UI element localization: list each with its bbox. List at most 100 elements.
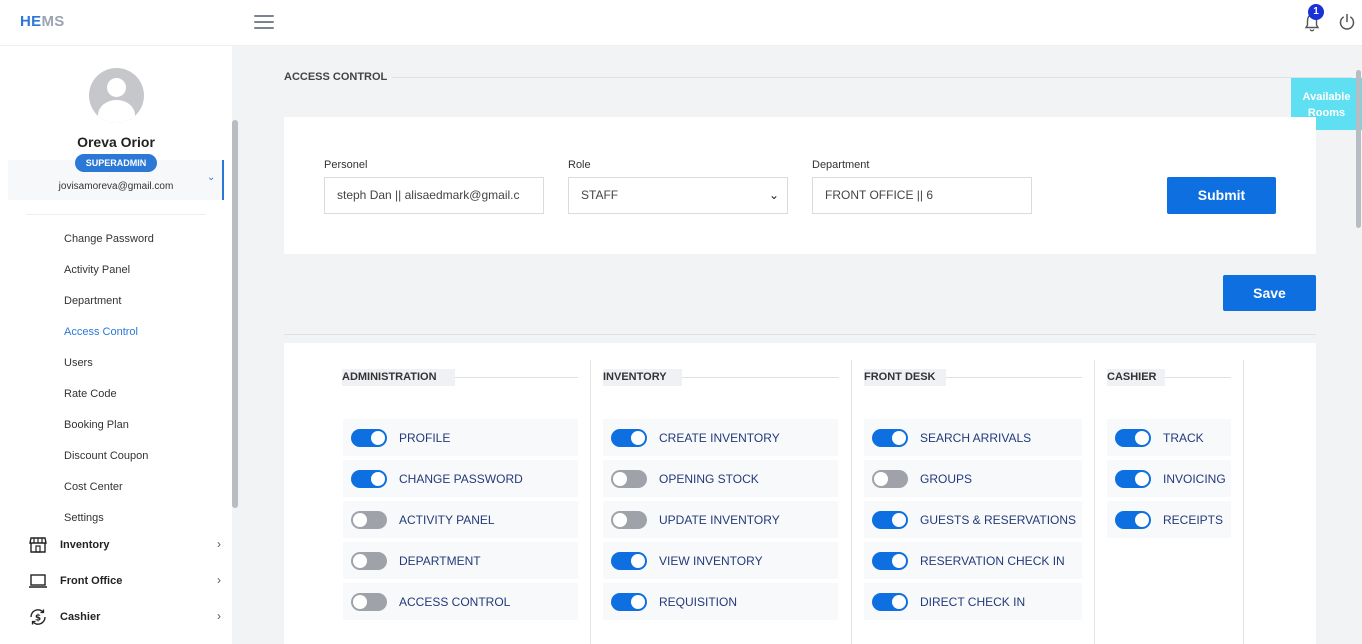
- sidebar-item-front-office[interactable]: Front Office ›: [28, 571, 223, 591]
- divider: [392, 77, 1352, 78]
- sidebar-item-rate-code[interactable]: Rate Code: [64, 388, 117, 400]
- permission-toggle[interactable]: [611, 593, 647, 611]
- role-selected-value: STAFF: [581, 188, 619, 202]
- permission-row: ACTIVITY PANEL: [343, 501, 578, 538]
- sidebar-item-activity-panel[interactable]: Activity Panel: [64, 264, 130, 276]
- avatar: [89, 68, 144, 123]
- permission-toggle[interactable]: [611, 470, 647, 488]
- sidebar: Oreva Orior SUPERADMIN jovisamoreva@gmai…: [0, 46, 232, 644]
- permission-label: RESERVATION CHECK IN: [920, 554, 1065, 568]
- main-scrollbar[interactable]: [1356, 70, 1361, 228]
- permission-toggle[interactable]: [351, 470, 387, 488]
- permission-row: RECEIPTS: [1107, 501, 1231, 538]
- permission-row: GUESTS & RESERVATIONS: [864, 501, 1082, 538]
- sidebar-item-cashier[interactable]: $ Cashier ›: [28, 607, 223, 627]
- power-icon[interactable]: [1338, 13, 1356, 31]
- sidebar-item-label: Inventory: [60, 539, 110, 551]
- divider: [1165, 377, 1231, 378]
- personel-input[interactable]: steph Dan || alisaedmark@gmail.c: [324, 177, 544, 214]
- sidebar-item-label: Front Office: [60, 575, 123, 587]
- permission-row: CHANGE PASSWORD: [343, 460, 578, 497]
- divider: [26, 214, 206, 215]
- permission-toggle[interactable]: [1115, 429, 1151, 447]
- column-divider: [1243, 360, 1244, 644]
- permission-row: OPENING STOCK: [603, 460, 838, 497]
- permission-label: GUESTS & RESERVATIONS: [920, 513, 1077, 527]
- chevron-down-icon[interactable]: ⌄: [207, 172, 215, 183]
- chevron-right-icon: ›: [217, 537, 221, 551]
- permission-toggle[interactable]: [611, 552, 647, 570]
- section-title-inventory: INVENTORY: [603, 369, 682, 386]
- chevron-right-icon: ›: [217, 573, 221, 587]
- role-label: Role: [568, 159, 591, 171]
- sidebar-item-discount-coupon[interactable]: Discount Coupon: [64, 450, 148, 462]
- sidebar-item-settings[interactable]: Settings: [64, 512, 104, 524]
- permission-label: CREATE INVENTORY: [659, 431, 780, 445]
- permission-label: INVOICING: [1163, 472, 1226, 486]
- sidebar-scrollbar[interactable]: [232, 120, 238, 508]
- permission-toggle[interactable]: [872, 429, 908, 447]
- divider: [946, 377, 1082, 378]
- permission-label: VIEW INVENTORY: [659, 554, 763, 568]
- permission-row: TRACK: [1107, 419, 1231, 456]
- permission-row: PROFILE: [343, 419, 578, 456]
- store-icon: [29, 537, 47, 553]
- divider: [284, 334, 1316, 335]
- user-name: Oreva Orior: [77, 134, 155, 150]
- permission-row: ACCESS CONTROL: [343, 583, 578, 620]
- permission-toggle[interactable]: [351, 593, 387, 611]
- chevron-right-icon: ›: [217, 609, 221, 623]
- role-select[interactable]: STAFF ⌄: [568, 177, 788, 214]
- sidebar-item-cost-center[interactable]: Cost Center: [64, 481, 123, 493]
- permission-toggle[interactable]: [351, 511, 387, 529]
- permission-toggle[interactable]: [611, 511, 647, 529]
- permission-label: DIRECT CHECK IN: [920, 595, 1026, 609]
- permission-toggle[interactable]: [1115, 511, 1151, 529]
- permission-label: CHANGE PASSWORD: [399, 472, 523, 486]
- column-divider: [1094, 360, 1095, 644]
- sidebar-item-department[interactable]: Department: [64, 295, 121, 307]
- permission-row: INVOICING: [1107, 460, 1231, 497]
- permission-row: GROUPS: [864, 460, 1082, 497]
- department-input[interactable]: FRONT OFFICE || 6: [812, 177, 1032, 214]
- permission-toggle[interactable]: [872, 593, 908, 611]
- sidebar-item-label: Cashier: [60, 611, 101, 623]
- sidebar-item-booking-plan[interactable]: Booking Plan: [64, 419, 129, 431]
- permission-row: DEPARTMENT: [343, 542, 578, 579]
- permission-label: GROUPS: [920, 472, 973, 486]
- save-button[interactable]: Save: [1223, 275, 1316, 311]
- permission-toggle[interactable]: [872, 511, 908, 529]
- permission-toggle[interactable]: [611, 429, 647, 447]
- permission-toggle[interactable]: [1115, 470, 1151, 488]
- column-divider: [590, 360, 591, 644]
- permission-row: SEARCH ARRIVALS: [864, 419, 1082, 456]
- submit-button[interactable]: Submit: [1167, 177, 1276, 214]
- permission-label: TRACK: [1163, 431, 1204, 445]
- permission-toggle[interactable]: [872, 470, 908, 488]
- permission-label: DEPARTMENT: [399, 554, 481, 568]
- permission-label: ACCESS CONTROL: [399, 595, 511, 609]
- laptop-icon: [29, 574, 47, 588]
- sidebar-item-change-password[interactable]: Change Password: [64, 233, 154, 245]
- permission-toggle[interactable]: [351, 552, 387, 570]
- permission-toggle[interactable]: [872, 552, 908, 570]
- permission-row: DIRECT CHECK IN: [864, 583, 1082, 620]
- divider: [455, 377, 578, 378]
- permission-label: SEARCH ARRIVALS: [920, 431, 1032, 445]
- permission-label: REQUISITION: [659, 595, 738, 609]
- menu-toggle-icon[interactable]: [254, 15, 274, 29]
- permission-label: RECEIPTS: [1163, 513, 1224, 527]
- permission-row: VIEW INVENTORY: [603, 542, 838, 579]
- section-title-front-desk: FRONT DESK: [864, 369, 946, 386]
- personel-label: Personel: [324, 159, 368, 171]
- sidebar-item-access-control[interactable]: Access Control: [64, 326, 138, 338]
- permission-row: RESERVATION CHECK IN: [864, 542, 1082, 579]
- top-bar: HEMS 1: [0, 0, 1362, 46]
- sidebar-item-users[interactable]: Users: [64, 357, 93, 369]
- permission-toggle[interactable]: [351, 429, 387, 447]
- permission-row: UPDATE INVENTORY: [603, 501, 838, 538]
- sidebar-item-inventory[interactable]: Inventory ›: [28, 535, 223, 555]
- app-logo[interactable]: HEMS: [20, 13, 65, 30]
- permission-row: CREATE INVENTORY: [603, 419, 838, 456]
- permission-label: PROFILE: [399, 431, 451, 445]
